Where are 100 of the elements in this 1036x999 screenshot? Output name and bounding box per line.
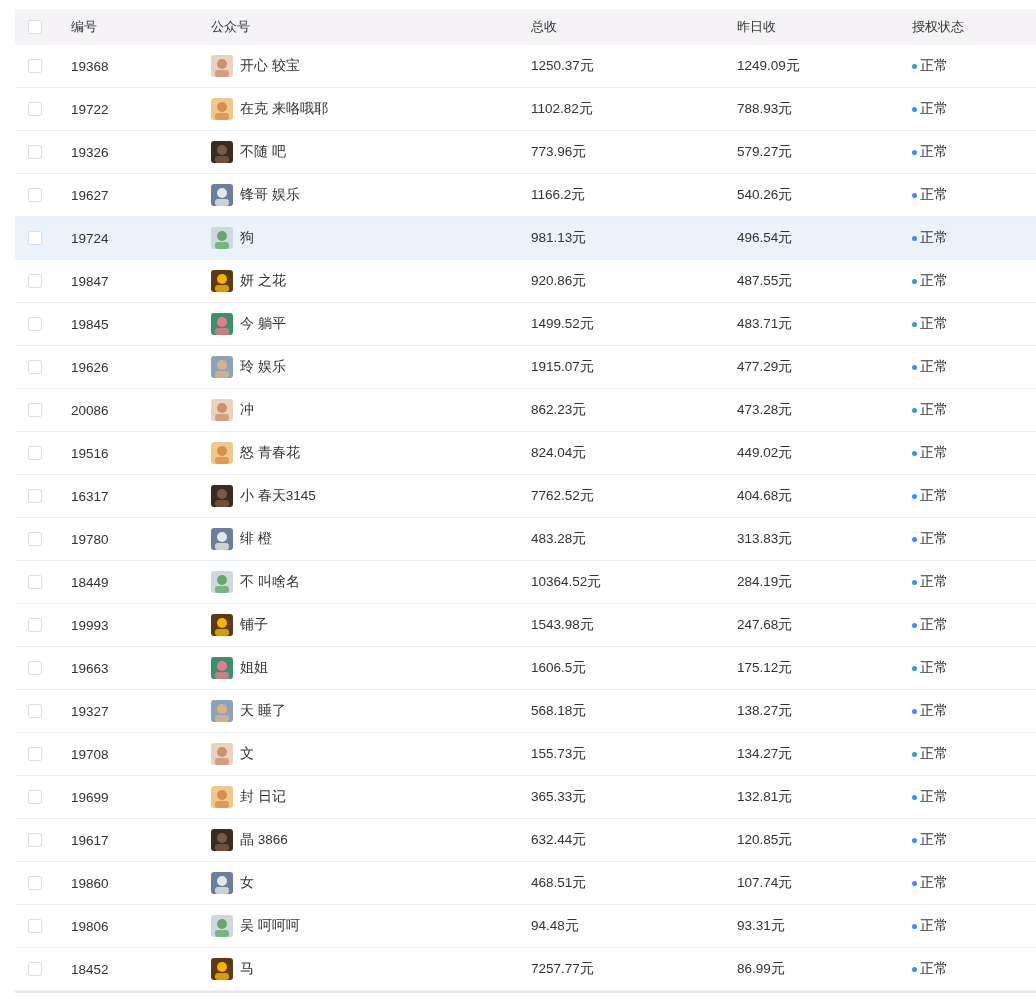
table-cell-text: 19326 (70, 144, 110, 160)
status-text: 正常 (920, 358, 948, 376)
status-dot (912, 149, 917, 155)
checkbox[interactable] (28, 446, 42, 460)
checkbox[interactable] (28, 704, 42, 718)
status-text: 正常 (920, 745, 948, 763)
table-cell-text: 284.19元 (736, 573, 794, 591)
status-text: 正常 (920, 702, 948, 720)
account-name: 今 躺平 (240, 315, 286, 333)
table-cell-text: 19368 (70, 58, 110, 74)
table-cell-text: 1249.09元 (736, 57, 801, 75)
checkbox[interactable] (28, 231, 42, 245)
checkbox[interactable] (28, 962, 42, 976)
table-cell-text: 19847 (70, 273, 110, 289)
status-dot (912, 364, 917, 370)
account-name: 不 叫啥名 (240, 573, 300, 591)
status-text: 正常 (920, 530, 948, 548)
column-header: 公众号 (210, 18, 251, 36)
table-cell-text: 19617 (70, 832, 110, 848)
status-dot (912, 278, 917, 284)
table-cell-text: 19327 (70, 703, 110, 719)
checkbox[interactable] (28, 833, 42, 847)
status-dot (912, 966, 917, 972)
status-text: 正常 (920, 616, 948, 634)
table-row[interactable]: 19724 狗 981.13元 496.54元 正常 (15, 217, 1036, 260)
table-cell-text: 19845 (70, 316, 110, 332)
table-cell-text: 19626 (70, 359, 110, 375)
account-name: 玲 娱乐 (240, 358, 286, 376)
account-name: 天 睡了 (240, 702, 286, 720)
account-name: 封 日记 (240, 788, 286, 806)
table-cell-text: 1543.98元 (530, 616, 595, 634)
table-cell-text: 540.26元 (736, 186, 794, 204)
table-cell-text: 19699 (70, 789, 110, 805)
status-dot (912, 235, 917, 241)
status-text: 正常 (920, 401, 948, 419)
table-cell-text: 404.68元 (736, 487, 794, 505)
account-name: 女 (240, 874, 254, 892)
table-cell-text: 16317 (70, 488, 110, 504)
table-cell-text: 93.31元 (736, 917, 786, 935)
table-cell-text: 19724 (70, 230, 110, 246)
status-dot (912, 751, 917, 757)
checkbox[interactable] (28, 102, 42, 116)
status-dot (912, 63, 917, 69)
account-name: 绯 橙 (240, 530, 272, 548)
checkbox[interactable] (28, 876, 42, 890)
table-cell-text: 1102.82元 (530, 100, 594, 118)
checkbox[interactable] (28, 20, 42, 34)
column-header: 授权状态 (912, 18, 965, 36)
checkbox[interactable] (28, 317, 42, 331)
table-cell-text: 1915.07元 (530, 358, 595, 376)
status-dot (912, 837, 917, 843)
status-dot (912, 794, 917, 800)
status-dot (912, 708, 917, 714)
checkbox[interactable] (28, 747, 42, 761)
checkbox[interactable] (28, 403, 42, 417)
table-cell-text: 788.93元 (736, 100, 794, 118)
table-cell-text: 94.48元 (530, 917, 580, 935)
checkbox[interactable] (28, 188, 42, 202)
checkbox[interactable] (28, 575, 42, 589)
status-text: 正常 (920, 917, 948, 935)
status-dot (912, 321, 917, 327)
status-dot (912, 106, 917, 112)
account-name: 马 (240, 960, 254, 978)
checkbox[interactable] (28, 59, 42, 73)
checkbox[interactable] (28, 919, 42, 933)
account-name: 狗 (240, 229, 254, 247)
checkbox[interactable] (28, 661, 42, 675)
table-cell-text: 107.74元 (736, 874, 794, 892)
account-name: 吴 呵呵呵 (240, 917, 300, 935)
checkbox[interactable] (28, 489, 42, 503)
table-cell-text: 19627 (70, 187, 110, 203)
checkbox[interactable] (28, 145, 42, 159)
table-cell-text: 134.27元 (736, 745, 794, 763)
status-text: 正常 (920, 487, 948, 505)
status-dot (912, 536, 917, 542)
account-name: 在克 来咯哦耶 (240, 100, 328, 118)
table-cell-text: 487.55元 (736, 272, 794, 290)
status-dot (912, 407, 917, 413)
status-text: 正常 (920, 960, 948, 978)
table-cell-text: 120.85元 (736, 831, 794, 849)
status-text: 正常 (920, 788, 948, 806)
table-cell-text: 1606.5元 (530, 659, 588, 677)
checkbox[interactable] (28, 274, 42, 288)
table-cell-text: 155.73元 (530, 745, 588, 763)
column-header: 编号 (70, 18, 98, 36)
status-text: 正常 (920, 659, 948, 677)
status-text: 正常 (920, 444, 948, 462)
table-cell-text: 920.86元 (530, 272, 588, 290)
table-cell-text: 473.28元 (736, 401, 794, 419)
status-text: 正常 (920, 272, 948, 290)
table-cell-text: 247.68元 (736, 616, 794, 634)
checkbox[interactable] (28, 360, 42, 374)
checkbox[interactable] (28, 618, 42, 632)
account-name: 怒 青春花 (240, 444, 300, 462)
table-cell-text: 20086 (70, 402, 110, 418)
checkbox[interactable] (28, 790, 42, 804)
table-cell-text: 496.54元 (736, 229, 794, 247)
table-cell-text: 132.81元 (736, 788, 794, 806)
checkbox[interactable] (28, 532, 42, 546)
table-cell-text: 1166.2元 (530, 186, 587, 204)
